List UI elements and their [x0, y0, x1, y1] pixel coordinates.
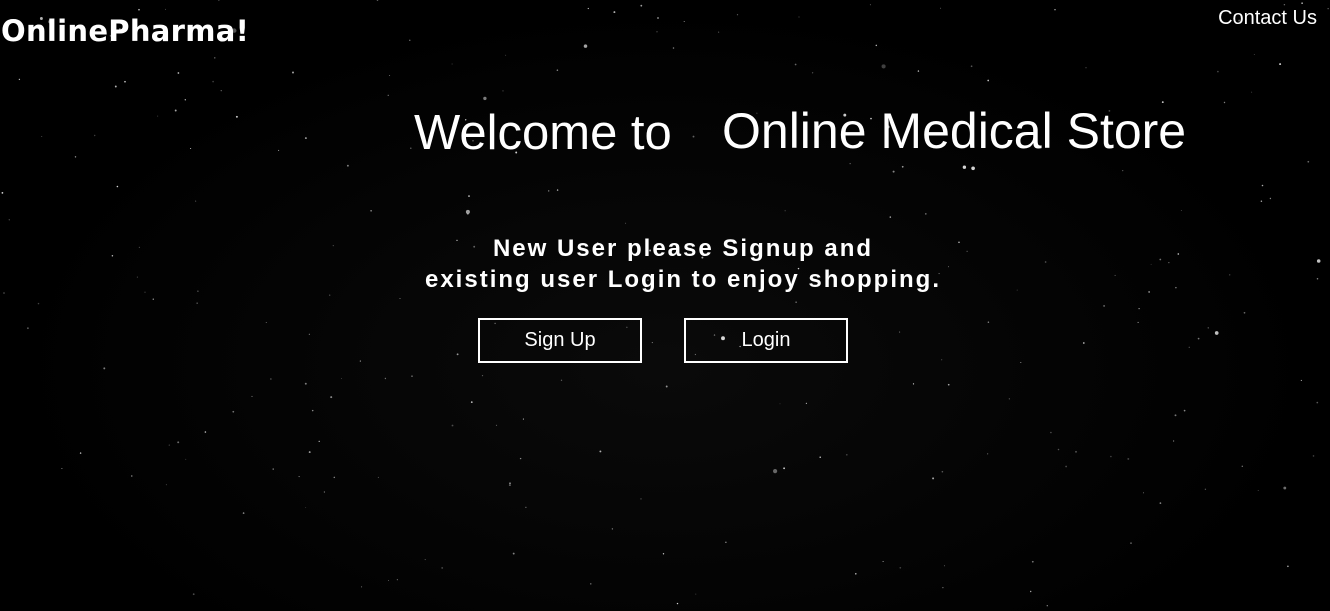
- brand-logo[interactable]: OnlinePharma!: [1, 14, 249, 49]
- tagline-line-2: existing user Login to enjoy shopping.: [424, 266, 941, 293]
- starfield-background: [1, 0, 1329, 607]
- login-button[interactable]: Login: [684, 318, 848, 363]
- signup-button[interactable]: Sign Up: [478, 318, 642, 363]
- tagline-line-1: New User please Signup and: [492, 235, 874, 262]
- welcome-heading: Welcome to: [414, 106, 672, 160]
- contact-us-link[interactable]: Contact Us: [1218, 6, 1317, 30]
- landing-page: OnlinePharma! Contact Us Welcome to Onli…: [0, 0, 1330, 611]
- store-name-heading: Online Medical Store: [722, 103, 1187, 159]
- tagline: New User please Signup and existing user…: [383, 233, 983, 295]
